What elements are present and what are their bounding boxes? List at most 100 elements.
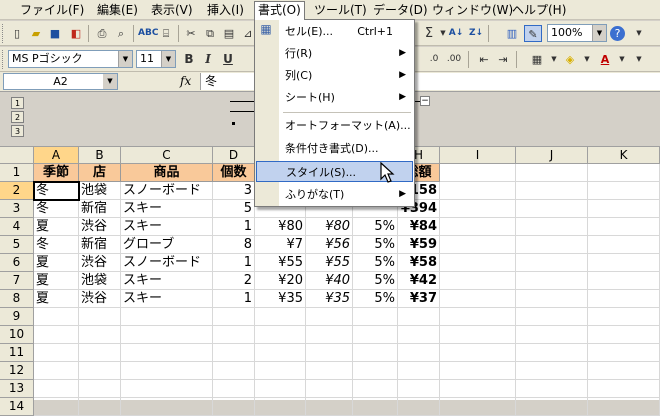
table-cell[interactable]: 夏 [34, 290, 79, 308]
table-cell[interactable]: 渋谷 [79, 290, 121, 308]
table-cell[interactable]: 5% [353, 218, 398, 236]
empty-cell[interactable] [34, 362, 79, 380]
empty-cell[interactable] [440, 308, 516, 326]
collapse-icon[interactable]: − [420, 96, 430, 106]
empty-cell[interactable] [79, 326, 121, 344]
table-cell[interactable]: 冬 [34, 200, 79, 218]
new-file-icon[interactable]: ▯ [8, 25, 26, 42]
empty-cell[interactable] [440, 200, 516, 218]
table-cell[interactable]: 5% [353, 236, 398, 254]
empty-cell[interactable] [353, 362, 398, 380]
empty-cell[interactable] [79, 308, 121, 326]
menu-item-row[interactable]: 行(R) ▶ [256, 43, 413, 64]
empty-cell[interactable] [121, 362, 213, 380]
toolbar-options-icon[interactable]: ▼ [630, 51, 648, 68]
table-header-cell[interactable]: 商品 [121, 164, 213, 182]
table-cell[interactable]: 1 [213, 254, 255, 272]
empty-cell[interactable] [440, 362, 516, 380]
table-cell[interactable]: 池袋 [79, 182, 121, 200]
empty-cell[interactable] [79, 344, 121, 362]
empty-cell[interactable] [588, 290, 660, 308]
row-header[interactable]: 5 [0, 236, 34, 254]
outline-level-3-button[interactable]: 3 [11, 125, 24, 137]
empty-cell[interactable] [306, 398, 353, 416]
menu-item-furigana[interactable]: ふりがな(T) ▶ [256, 184, 413, 205]
table-cell[interactable]: 渋谷 [79, 254, 121, 272]
font-size-combo[interactable]: 11 ▼ [136, 50, 176, 68]
fill-color-dropdown-icon[interactable]: ▼ [578, 51, 596, 68]
drawing-icon[interactable]: ✎ [524, 25, 542, 42]
empty-cell[interactable] [213, 380, 255, 398]
empty-cell[interactable] [306, 380, 353, 398]
empty-cell[interactable] [353, 380, 398, 398]
empty-cell[interactable] [306, 344, 353, 362]
empty-cell[interactable] [440, 344, 516, 362]
help-icon[interactable]: ? [610, 26, 625, 41]
row-header[interactable]: 6 [0, 254, 34, 272]
menu-item-autoformat[interactable]: オートフォーマット(A)... [256, 115, 413, 136]
research-icon[interactable]: ⌸ [157, 25, 175, 42]
empty-cell[interactable] [588, 344, 660, 362]
row-header[interactable]: 10 [0, 326, 34, 344]
table-cell[interactable]: ¥59 [398, 236, 440, 254]
table-header-cell[interactable]: 個数 [213, 164, 255, 182]
empty-cell[interactable] [121, 308, 213, 326]
row-header[interactable]: 12 [0, 362, 34, 380]
chart-wizard-icon[interactable]: ▥ [503, 25, 521, 42]
table-cell[interactable]: 渋谷 [79, 218, 121, 236]
empty-cell[interactable] [353, 308, 398, 326]
empty-cell[interactable] [255, 398, 306, 416]
fill-color-icon[interactable]: ◈ [561, 51, 579, 68]
table-cell[interactable]: 5% [353, 290, 398, 308]
table-cell[interactable]: 夏 [34, 254, 79, 272]
menu-insert[interactable]: 挿入(I) [207, 2, 244, 18]
column-header-d[interactable]: D [213, 147, 255, 164]
empty-cell[interactable] [398, 398, 440, 416]
empty-cell[interactable] [255, 308, 306, 326]
table-cell[interactable]: ¥56 [306, 236, 353, 254]
row-header[interactable]: 1 [0, 164, 34, 182]
empty-cell[interactable] [213, 308, 255, 326]
cut-icon[interactable]: ✂ [182, 25, 200, 42]
menu-item-conditional-formatting[interactable]: 条件付き書式(D)... [256, 138, 413, 159]
table-cell[interactable]: 1 [213, 218, 255, 236]
empty-cell[interactable] [440, 182, 516, 200]
table-cell[interactable]: ¥37 [398, 290, 440, 308]
menu-item-cells[interactable]: セル(E)... Ctrl+1 [256, 21, 413, 42]
empty-cell[interactable] [516, 218, 588, 236]
empty-cell[interactable] [353, 326, 398, 344]
permission-icon[interactable]: ◧ [67, 25, 85, 42]
table-cell[interactable]: 3 [213, 182, 255, 200]
empty-cell[interactable] [34, 326, 79, 344]
row-header[interactable]: 4 [0, 218, 34, 236]
menu-format[interactable]: 書式(O) [254, 1, 305, 20]
menu-file[interactable]: ファイル(F) [20, 2, 84, 18]
empty-cell[interactable] [398, 380, 440, 398]
empty-cell[interactable] [79, 398, 121, 416]
row-header[interactable]: 14 [0, 398, 34, 416]
empty-cell[interactable] [353, 344, 398, 362]
table-cell[interactable]: ¥55 [306, 254, 353, 272]
empty-cell[interactable] [398, 308, 440, 326]
empty-cell[interactable] [516, 290, 588, 308]
table-cell[interactable]: スノーボード [121, 182, 213, 200]
select-all-corner[interactable] [0, 147, 34, 164]
chevron-down-icon[interactable]: ▼ [103, 74, 117, 89]
empty-cell[interactable] [588, 200, 660, 218]
empty-cell[interactable] [34, 380, 79, 398]
empty-cell[interactable] [588, 236, 660, 254]
chevron-down-icon[interactable]: ▼ [161, 51, 175, 67]
empty-cell[interactable] [516, 236, 588, 254]
empty-cell[interactable] [516, 344, 588, 362]
table-cell[interactable]: 新宿 [79, 236, 121, 254]
toolbar-grip[interactable] [2, 50, 5, 69]
menu-help[interactable]: ヘルプ(H) [512, 2, 566, 18]
table-cell[interactable]: 1 [213, 290, 255, 308]
empty-cell[interactable] [588, 164, 660, 182]
zoom-combo[interactable]: 100% ▼ [547, 24, 607, 42]
empty-cell[interactable] [516, 200, 588, 218]
print-icon[interactable]: ⎙ [93, 25, 111, 42]
table-cell[interactable]: 8 [213, 236, 255, 254]
row-header[interactable]: 11 [0, 344, 34, 362]
empty-cell[interactable] [440, 272, 516, 290]
